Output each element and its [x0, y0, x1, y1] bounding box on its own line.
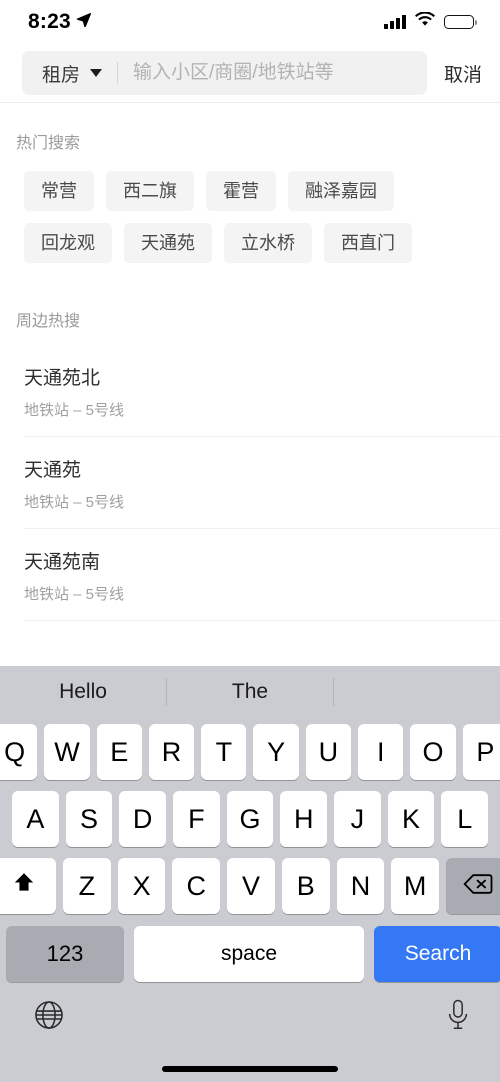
key-u[interactable]: U	[305, 724, 352, 780]
key-y[interactable]: Y	[253, 724, 299, 780]
status-bar-left: 8:23	[28, 10, 91, 34]
key-o[interactable]: O	[410, 724, 456, 780]
list-item[interactable]: 天通苑 地铁站 – 5号线	[0, 437, 500, 528]
prediction-candidate[interactable]: The	[167, 680, 333, 704]
key-a[interactable]: A	[12, 791, 59, 847]
keyboard-row-2: A S D F G H J K L	[0, 791, 500, 847]
key-e[interactable]: E	[96, 724, 142, 780]
key-n[interactable]: N	[336, 858, 385, 914]
key-r[interactable]: R	[148, 724, 195, 780]
hot-search-tags: 常营 西二旗 霍营 融泽嘉园 回龙观 天通苑 立水桥 西直门	[0, 153, 500, 263]
hot-search-tag[interactable]: 西二旗	[106, 171, 194, 211]
search-return-key[interactable]: Search	[374, 926, 500, 982]
status-time: 8:23	[28, 10, 71, 33]
key-m[interactable]: M	[391, 858, 440, 914]
list-item[interactable]: 天通苑南 地铁站 – 5号线	[0, 529, 500, 620]
globe-icon[interactable]	[32, 998, 66, 1037]
hot-search-tag[interactable]: 立水桥	[224, 223, 312, 263]
keyboard-row-4: 123 space Search	[0, 926, 500, 982]
key-i[interactable]: I	[358, 724, 404, 780]
list-item-subtitle: 地铁站 – 5号线	[24, 494, 125, 511]
backspace-key[interactable]	[446, 858, 500, 914]
key-j[interactable]: J	[334, 791, 381, 847]
list-item-title: 天通苑北	[24, 368, 101, 389]
search-box[interactable]: 租房	[22, 51, 427, 95]
battery-low-power-icon	[444, 15, 478, 29]
hot-search-title: 热门搜索	[16, 135, 81, 152]
hot-search-tag[interactable]: 回龙观	[24, 223, 112, 263]
category-selector[interactable]: 租房	[42, 60, 103, 87]
status-bar-right	[384, 11, 478, 32]
key-z[interactable]: Z	[63, 858, 111, 914]
key-t[interactable]: T	[201, 724, 247, 780]
on-screen-keyboard: Hello The Q W E R T Y U I O P A S D F G …	[0, 666, 500, 1082]
key-d[interactable]: D	[119, 791, 167, 847]
hot-search-tag[interactable]: 融泽嘉园	[288, 171, 394, 211]
divider	[333, 678, 334, 706]
home-indicator	[162, 1066, 338, 1072]
list-item-subtitle: 地铁站 – 5号线	[24, 586, 125, 603]
key-x[interactable]: X	[117, 858, 166, 914]
delete-left-icon	[463, 871, 493, 902]
key-l[interactable]: L	[441, 791, 489, 847]
nearby-list: 天通苑北 地铁站 – 5号线 天通苑 地铁站 – 5号线 天通苑南 地铁站 – …	[0, 331, 500, 677]
category-label: 租房	[42, 64, 81, 86]
list-item-title: 天通苑	[24, 460, 82, 481]
list-item[interactable]: 天通苑北 地铁站 – 5号线	[0, 345, 500, 436]
chevron-down-icon	[90, 69, 103, 77]
keyboard-bottom-bar	[0, 982, 500, 1037]
microphone-icon[interactable]	[446, 999, 470, 1036]
hot-search-tag[interactable]: 西直门	[324, 223, 412, 263]
space-key[interactable]: space	[134, 926, 364, 982]
prediction-candidate[interactable]: Hello	[0, 680, 166, 704]
keyboard-row-3: Z X C V B N M	[0, 858, 500, 914]
key-g[interactable]: G	[226, 791, 274, 847]
key-p[interactable]: P	[462, 724, 500, 780]
predictive-bar: Hello The	[0, 666, 500, 718]
cancel-button[interactable]: 取消	[427, 60, 482, 87]
hot-search-tag[interactable]: 霍营	[206, 171, 276, 211]
key-k[interactable]: K	[387, 791, 435, 847]
key-s[interactable]: S	[65, 791, 113, 847]
search-input[interactable]	[133, 62, 427, 84]
divider	[117, 62, 119, 84]
key-b[interactable]: B	[281, 858, 330, 914]
wifi-icon	[415, 11, 435, 32]
key-v[interactable]: V	[227, 858, 275, 914]
key-q[interactable]: Q	[0, 724, 38, 780]
list-item-title	[24, 639, 484, 661]
shift-key[interactable]	[0, 858, 56, 914]
key-h[interactable]: H	[280, 791, 328, 847]
keyboard-row-1: Q W E R T Y U I O P	[0, 724, 500, 780]
search-bar: 租房 取消	[0, 44, 500, 102]
status-bar: 8:23	[0, 0, 500, 44]
shift-arrow-up-icon	[11, 870, 37, 903]
hot-search-tag[interactable]: 天通苑	[124, 223, 212, 263]
hot-search-tag[interactable]: 常营	[24, 171, 94, 211]
cellular-signal-icon	[384, 15, 406, 29]
location-arrow-icon	[76, 12, 91, 32]
key-c[interactable]: C	[172, 858, 221, 914]
numbers-key[interactable]: 123	[6, 926, 124, 982]
list-item-subtitle: 地铁站 – 5号线	[24, 402, 125, 419]
list-item-title: 天通苑南	[24, 552, 101, 573]
key-f[interactable]: F	[173, 791, 220, 847]
phone-screen: 8:23 租房 输入小区/商圈/地铁站等 取消 热门搜索 常营 西二旗 霍营 融…	[0, 0, 500, 1082]
key-w[interactable]: W	[44, 724, 90, 780]
nearby-title: 周边热搜	[16, 313, 81, 330]
